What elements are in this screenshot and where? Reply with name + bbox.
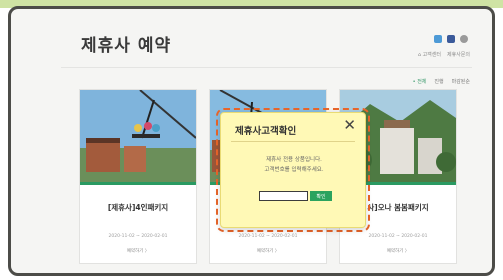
modal-title: 제휴사고객확인 bbox=[235, 126, 297, 137]
modal-message-line: 고객번호를 입력해주세요. bbox=[264, 167, 324, 173]
modal-divider bbox=[231, 141, 355, 142]
modal-message-line: 제휴사 전용 상품입니다. bbox=[266, 157, 322, 163]
package-meta[interactable]: 예약하기 〉 bbox=[340, 248, 456, 254]
sort-option-ongoing[interactable]: 진행 bbox=[434, 78, 443, 85]
util-link-customer-center[interactable]: 고객센터 bbox=[418, 51, 441, 58]
twitter-icon[interactable] bbox=[434, 35, 442, 43]
package-card[interactable]: [제휴사]4인패키지 2020-11-02 ~ 2020-02-01 예약하기 … bbox=[79, 89, 197, 264]
package-meta[interactable]: 예약하기 〉 bbox=[210, 248, 326, 254]
link-icon[interactable] bbox=[460, 35, 468, 43]
sort-option-closed[interactable]: 마감된순 bbox=[452, 78, 470, 85]
confirm-button[interactable]: 확인 bbox=[310, 191, 332, 201]
sort-options: 전체 진행 마감된순 bbox=[413, 78, 470, 85]
page-title: 제휴사 예약 bbox=[81, 36, 172, 56]
package-date: 2020-11-02 ~ 2020-02-01 bbox=[108, 234, 168, 239]
header-divider bbox=[61, 67, 472, 68]
sns-share-group bbox=[434, 35, 468, 43]
package-meta[interactable]: 예약하기 〉 bbox=[80, 248, 196, 254]
partner-verification-modal: 제휴사고객확인 ✕ 제휴사 전용 상품입니다. 고객번호를 입력해주세요. 확인 bbox=[220, 112, 366, 228]
card-accent-bar bbox=[80, 182, 196, 185]
utility-links: 고객센터 제휴사문의 bbox=[418, 51, 470, 58]
package-date: 2020-11-02 ~ 2020-02-01 bbox=[238, 234, 298, 239]
customer-number-input[interactable] bbox=[259, 191, 308, 201]
package-image-ski-lift bbox=[80, 90, 196, 182]
close-icon[interactable]: ✕ bbox=[343, 118, 356, 133]
util-link-partner-inquiry[interactable]: 제휴사문의 bbox=[447, 51, 470, 58]
package-title[interactable]: [제휴사]4인패키지 bbox=[80, 202, 196, 213]
facebook-icon[interactable] bbox=[447, 35, 455, 43]
package-date: 2020-11-02 ~ 2020-02-01 bbox=[368, 234, 428, 239]
sort-option-all[interactable]: 전체 bbox=[413, 78, 426, 85]
